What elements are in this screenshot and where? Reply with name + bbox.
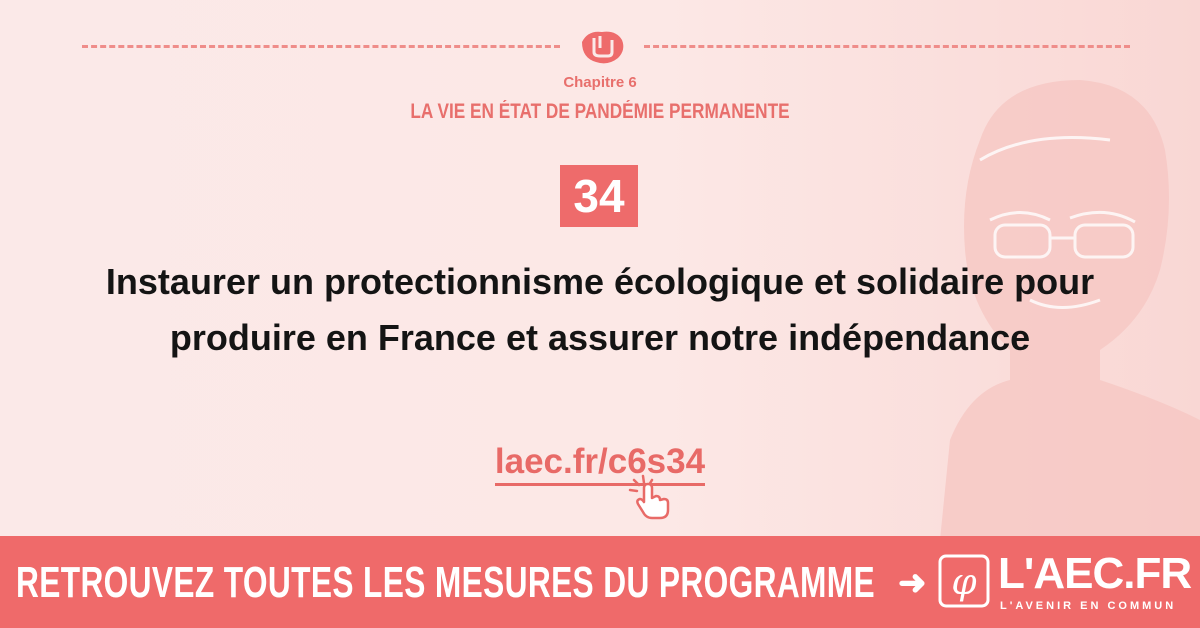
measure-title: Instaurer un protectionnisme écologique …: [105, 261, 1095, 358]
arrow-right-icon: ➜: [898, 564, 927, 602]
chapter-label: Chapitre 6: [563, 74, 637, 91]
measure-number-badge: 34: [560, 165, 638, 227]
svg-text:φ: φ: [951, 562, 977, 603]
laec-logo-icon: φ: [938, 554, 990, 608]
handshake-icon: [582, 31, 624, 64]
pointer-hand-icon: [628, 474, 670, 520]
measure-link[interactable]: laec.fr/c6s34: [0, 442, 1200, 486]
logo-tagline: L'AVENIR EN COMMUN: [1000, 600, 1177, 612]
logo-text: L'AEC.FR: [998, 549, 1192, 598]
dashed-divider-right: [644, 45, 1130, 48]
chapter-title: LA VIE EN ÉTAT DE PANDÉMIE PERMANENTE: [410, 100, 790, 123]
dashed-divider-left: [82, 45, 560, 48]
bottom-banner[interactable]: RETROUVEZ TOUTES LES MESURES DU PROGRAMM…: [0, 536, 1200, 628]
banner-text[interactable]: RETROUVEZ TOUTES LES MESURES DU PROGRAMM…: [16, 558, 875, 608]
